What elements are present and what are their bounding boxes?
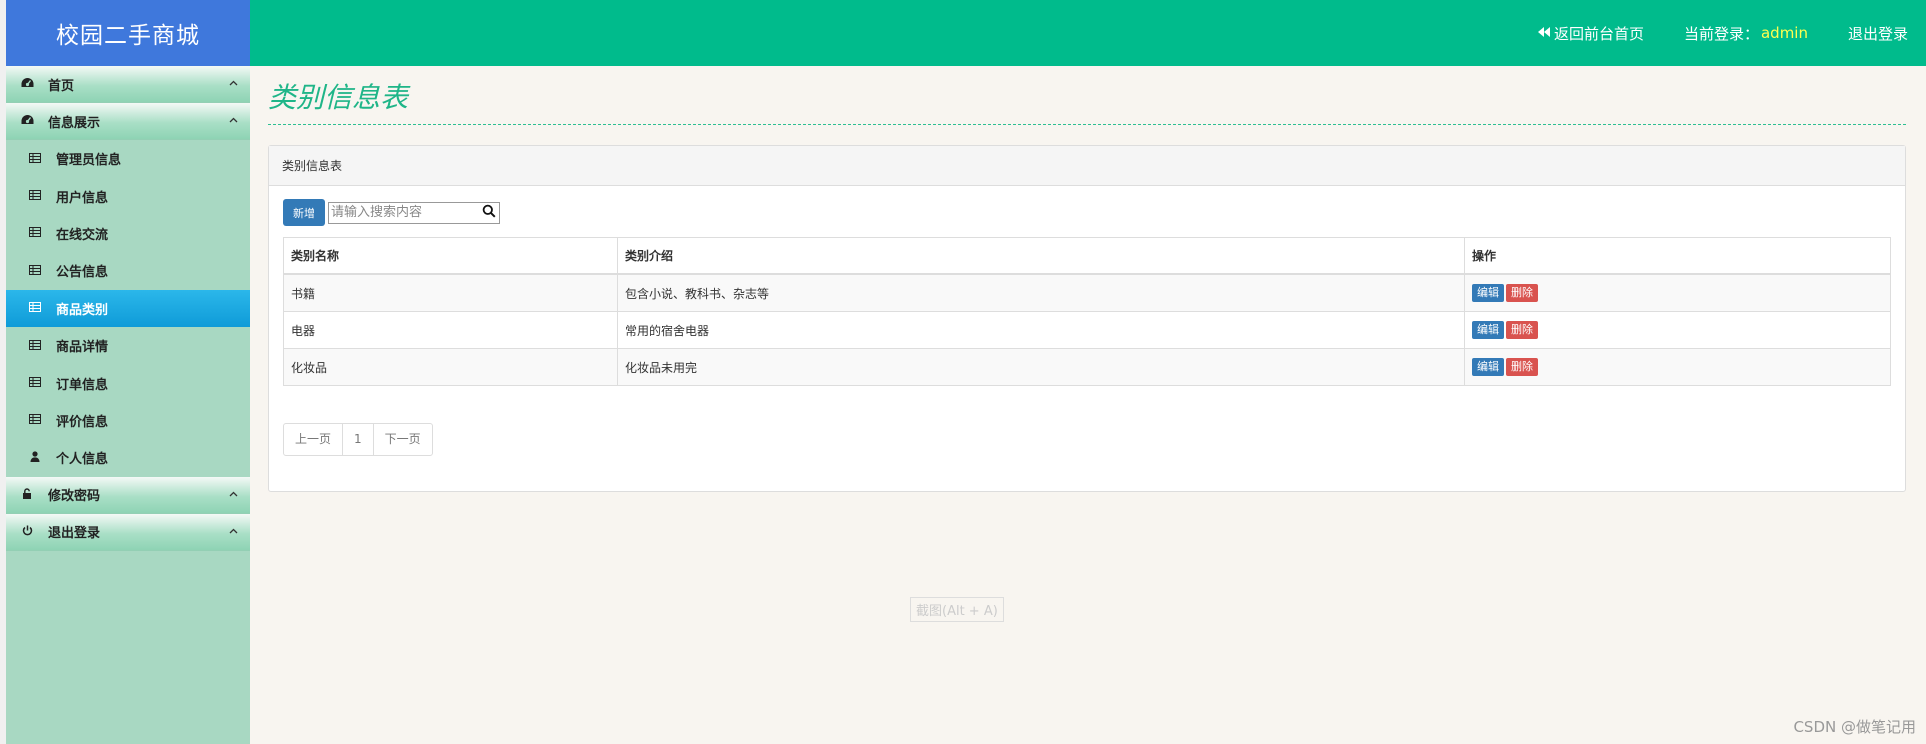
back-to-frontend-link[interactable]: 返回前台首页 xyxy=(1537,23,1644,44)
edit-button[interactable]: 编辑 xyxy=(1472,321,1504,339)
cell-category-desc: 常用的宿舍电器 xyxy=(617,311,1465,349)
page-title: 类别信息表 xyxy=(268,81,409,114)
power-icon xyxy=(20,525,34,539)
sidebar-item-user-info[interactable]: 用户信息 xyxy=(6,177,250,214)
watermark: CSDN @做笔记用 xyxy=(1793,718,1916,736)
table-row: 书籍 包含小说、教科书、杂志等 编辑 删除 xyxy=(283,273,1891,312)
toolbar: 新增 xyxy=(283,199,500,226)
table-row: 化妆品 化妆品未用完 编辑 删除 xyxy=(283,348,1891,386)
sidebar-group-logout[interactable]: 退出登录 xyxy=(6,513,250,551)
sidebar-group-change-password[interactable]: 修改密码 xyxy=(6,476,250,514)
sidebar-group-home[interactable]: 首页 xyxy=(6,66,250,103)
sidebar-item-online-chat[interactable]: 在线交流 xyxy=(6,215,250,252)
sidebar-item-orders[interactable]: 订单信息 xyxy=(6,364,250,401)
column-header-name: 类别名称 xyxy=(283,237,618,275)
chevron-up-icon xyxy=(229,113,238,126)
table-row: 电器 常用的宿舍电器 编辑 删除 xyxy=(283,311,1891,349)
title-divider xyxy=(268,124,1906,125)
sidebar-item-label: 公告信息 xyxy=(56,265,109,281)
search-box xyxy=(328,201,500,224)
add-button[interactable]: 新增 xyxy=(283,199,325,226)
search-icon[interactable] xyxy=(482,204,496,222)
sidebar-group-info-display[interactable]: 信息展示 xyxy=(6,103,250,140)
table-icon xyxy=(28,264,42,278)
table-icon xyxy=(28,152,42,166)
cell-actions: 编辑 删除 xyxy=(1464,273,1891,312)
table-icon xyxy=(28,301,42,315)
cell-actions: 编辑 删除 xyxy=(1464,311,1891,349)
sidebar-item-admin-info[interactable]: 管理员信息 xyxy=(6,140,250,177)
table-icon xyxy=(28,376,42,390)
user-icon xyxy=(28,451,42,465)
chevron-up-icon xyxy=(229,487,238,500)
pagination: 上一页 1 下一页 xyxy=(283,423,433,456)
sidebar-item-label: 用户信息 xyxy=(56,190,109,206)
sidebar-item-label: 管理员信息 xyxy=(56,153,122,169)
sidebar-group-label: 退出登录 xyxy=(48,526,101,542)
cell-actions: 编辑 删除 xyxy=(1464,348,1891,386)
sidebar-item-product-category[interactable]: 商品类别 xyxy=(6,289,250,327)
dashboard-icon xyxy=(20,114,34,128)
cell-category-name: 化妆品 xyxy=(283,348,618,386)
sidebar-item-label: 个人信息 xyxy=(56,452,109,468)
back-to-frontend-label: 返回前台首页 xyxy=(1553,24,1644,43)
table-icon xyxy=(28,339,42,353)
app-title: 校园二手商城 xyxy=(6,0,250,66)
sidebar: 校园二手商城 首页 信息展示 管理员信息 用户信息 在线交流 公告信息 商品类别… xyxy=(6,0,250,744)
delete-button[interactable]: 删除 xyxy=(1506,358,1538,376)
sidebar-group-label: 首页 xyxy=(48,78,75,94)
logout-link[interactable]: 退出登录 xyxy=(1848,23,1908,44)
table-header-row: 类别名称 类别介绍 操作 xyxy=(283,237,1891,275)
category-table: 类别名称 类别介绍 操作 书籍 包含小说、教科书、杂志等 编辑 删除 电器 常用的… xyxy=(283,237,1891,386)
edit-button[interactable]: 编辑 xyxy=(1472,358,1504,376)
sidebar-item-product-detail[interactable]: 商品详情 xyxy=(6,327,250,364)
sidebar-item-label: 评价信息 xyxy=(56,414,109,430)
search-input[interactable] xyxy=(329,202,481,223)
panel-title: 类别信息表 xyxy=(269,146,1905,186)
table-icon xyxy=(28,189,42,203)
delete-button[interactable]: 删除 xyxy=(1506,284,1538,302)
current-login: 当前登录： admin xyxy=(1684,23,1808,44)
chevron-up-icon xyxy=(229,76,238,89)
next-page-button[interactable]: 下一页 xyxy=(372,423,433,456)
chevron-up-icon xyxy=(229,524,238,537)
lock-icon xyxy=(20,487,34,502)
category-panel: 类别信息表 新增 类别名称 类别介绍 操作 书籍 xyxy=(268,145,1906,492)
sidebar-group-label: 修改密码 xyxy=(48,489,101,505)
sidebar-item-label: 订单信息 xyxy=(56,377,109,393)
cell-category-desc: 包含小说、教科书、杂志等 xyxy=(617,273,1465,312)
sidebar-item-reviews[interactable]: 评价信息 xyxy=(6,402,250,439)
page-number-button[interactable]: 1 xyxy=(342,423,374,456)
cell-category-name: 电器 xyxy=(283,311,618,349)
edit-button[interactable]: 编辑 xyxy=(1472,284,1504,302)
top-bar: 返回前台首页 当前登录： admin 退出登录 xyxy=(250,0,1926,66)
login-label: 当前登录： xyxy=(1683,24,1759,43)
table-icon xyxy=(28,226,42,240)
table-icon xyxy=(28,413,42,427)
cell-category-desc: 化妆品未用完 xyxy=(617,348,1465,386)
sidebar-item-profile[interactable]: 个人信息 xyxy=(6,439,250,476)
username: admin xyxy=(1760,24,1808,42)
cell-category-name: 书籍 xyxy=(283,273,618,312)
sidebar-item-announcements[interactable]: 公告信息 xyxy=(6,252,250,289)
dashboard-icon xyxy=(20,77,34,91)
column-header-actions: 操作 xyxy=(1464,237,1891,275)
sidebar-group-label: 信息展示 xyxy=(48,115,101,131)
prev-page-button[interactable]: 上一页 xyxy=(283,423,344,456)
main-content: 类别信息表 类别信息表 新增 类别名称 类别介绍 操作 xyxy=(250,66,1926,744)
delete-button[interactable]: 删除 xyxy=(1506,321,1538,339)
sidebar-item-label: 商品类别 xyxy=(56,302,109,318)
screenshot-hint: 截图(Alt + A) xyxy=(910,597,1004,622)
backward-icon xyxy=(1537,24,1551,42)
column-header-desc: 类别介绍 xyxy=(617,237,1465,275)
sidebar-item-label: 商品详情 xyxy=(56,340,109,356)
sidebar-item-label: 在线交流 xyxy=(56,227,109,243)
